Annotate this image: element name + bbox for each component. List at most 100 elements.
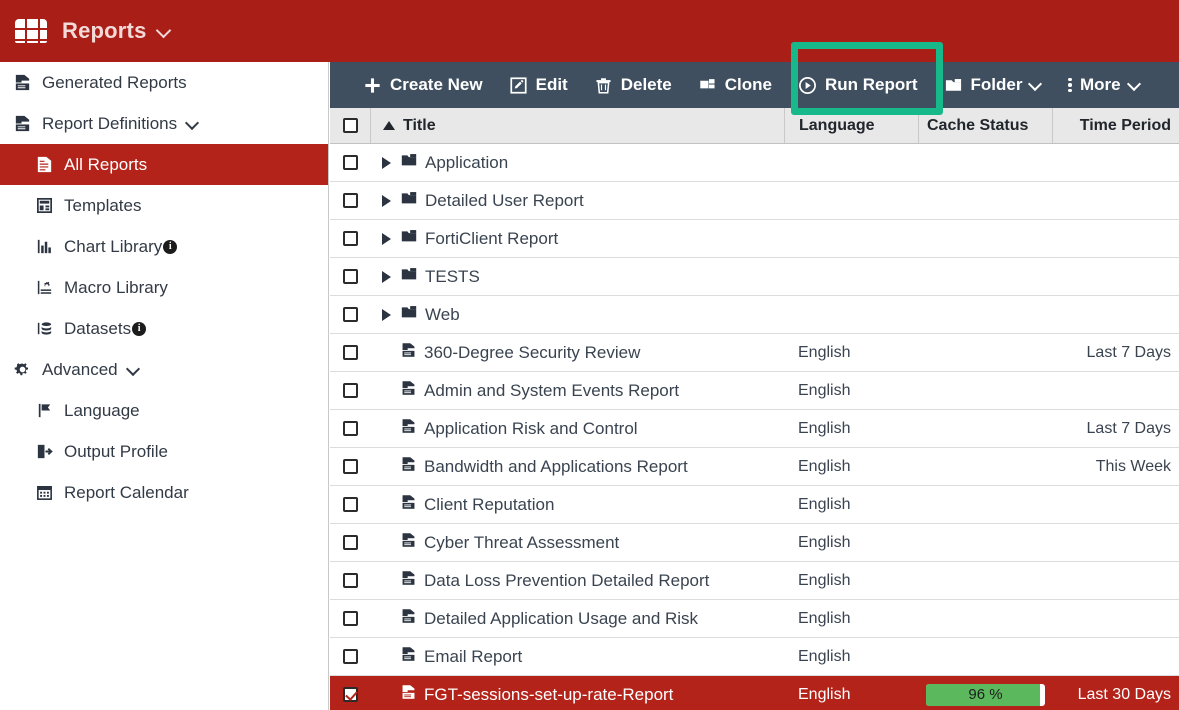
- sidebar-item-datasets[interactable]: Datasets i: [0, 308, 328, 349]
- expand-triangle-icon[interactable]: [382, 270, 391, 283]
- row-time-period: [1052, 144, 1179, 181]
- row-checkbox[interactable]: [330, 497, 370, 512]
- row-language: [784, 144, 918, 181]
- info-icon[interactable]: i: [132, 321, 147, 336]
- table-row[interactable]: Data Loss Prevention Detailed Report Engl…: [330, 562, 1179, 600]
- checkbox-icon: [342, 231, 358, 246]
- row-checkbox[interactable]: [330, 193, 370, 208]
- row-cache-status: [918, 144, 1052, 181]
- row-time-period: Last 7 Days: [1086, 343, 1171, 361]
- macro-library-icon: [30, 278, 58, 297]
- row-checkbox[interactable]: [330, 269, 370, 284]
- create-new-button[interactable]: Create New: [350, 62, 496, 108]
- table-row[interactable]: Cyber Threat Assessment English: [330, 524, 1179, 562]
- row-time-period: [1052, 562, 1179, 599]
- table-row[interactable]: TESTS: [330, 258, 1179, 296]
- table-row[interactable]: Bandwidth and Applications Report English…: [330, 448, 1179, 486]
- sidebar-item-language[interactable]: Language: [0, 390, 328, 431]
- row-cache-status: [918, 334, 1052, 371]
- sidebar-item-templates[interactable]: Templates: [0, 185, 328, 226]
- table-row[interactable]: Web: [330, 296, 1179, 334]
- sidebar-item-label: Report Calendar: [64, 482, 189, 502]
- row-language: English: [798, 647, 851, 665]
- table-row[interactable]: Client Reputation English: [330, 486, 1179, 524]
- row-checkbox[interactable]: [330, 155, 370, 170]
- table-row[interactable]: FGT-sessions-set-up-rate-Report English 96…: [330, 676, 1179, 710]
- flag-icon: [30, 401, 58, 420]
- calendar-icon: [30, 483, 58, 502]
- row-time-period: [1052, 220, 1179, 257]
- row-title-cell: Client Reputation: [370, 486, 784, 523]
- sidebar-item-output-profile[interactable]: Output Profile: [0, 431, 328, 472]
- clone-button[interactable]: Clone: [685, 62, 785, 108]
- table-row[interactable]: Application: [330, 144, 1179, 182]
- more-button[interactable]: More: [1055, 62, 1153, 108]
- row-title-cell: FortiClient Report: [370, 220, 784, 257]
- row-time-period: [1052, 296, 1179, 333]
- sort-ascending-icon: [383, 121, 395, 130]
- row-checkbox[interactable]: [330, 383, 370, 398]
- row-checkbox[interactable]: [330, 421, 370, 436]
- edit-button[interactable]: Edit: [496, 62, 581, 108]
- row-title-cell: Email Report: [370, 638, 784, 675]
- table-row[interactable]: Detailed Application Usage and Risk Engli…: [330, 600, 1179, 638]
- vertical-dots-icon: [1068, 77, 1072, 93]
- table-row[interactable]: Application Risk and Control English Last …: [330, 410, 1179, 448]
- report-icon: [400, 493, 417, 516]
- row-checkbox[interactable]: [330, 307, 370, 322]
- sidebar-item-report-definitions[interactable]: Report Definitions: [0, 103, 328, 144]
- run-report-button[interactable]: Run Report: [785, 62, 931, 108]
- sidebar-item-label: All Reports: [64, 154, 148, 174]
- folder-button[interactable]: Folder: [931, 62, 1056, 108]
- row-checkbox[interactable]: [330, 535, 370, 550]
- column-label: Title: [403, 116, 436, 134]
- header-title-menu[interactable]: Reports: [62, 18, 170, 44]
- report-icon: [400, 379, 417, 402]
- sidebar-item-report-calendar[interactable]: Report Calendar: [0, 472, 328, 513]
- column-header-cache-status[interactable]: Cache Status: [918, 108, 1052, 143]
- row-title: Cyber Threat Assessment: [424, 532, 620, 552]
- row-checkbox[interactable]: [330, 459, 370, 474]
- row-language: English: [798, 495, 851, 513]
- table-row[interactable]: Email Report English: [330, 638, 1179, 676]
- checkbox-icon: [342, 345, 358, 360]
- sidebar-item-macro-library[interactable]: Macro Library: [0, 267, 328, 308]
- table-row[interactable]: FortiClient Report: [330, 220, 1179, 258]
- all-reports-icon: [30, 155, 58, 174]
- delete-button[interactable]: Delete: [581, 62, 685, 108]
- expand-triangle-icon[interactable]: [382, 156, 391, 169]
- row-checkbox[interactable]: [330, 573, 370, 588]
- row-title: Client Reputation: [424, 494, 555, 514]
- row-checkbox[interactable]: [330, 345, 370, 360]
- select-all-checkbox[interactable]: [330, 118, 370, 133]
- app-logo[interactable]: [0, 17, 62, 45]
- row-language: English: [798, 343, 851, 361]
- checkbox-icon: [342, 421, 358, 436]
- table-row[interactable]: 360-Degree Security Review English Last 7 …: [330, 334, 1179, 372]
- column-header-language[interactable]: Language: [784, 108, 918, 143]
- row-time-period: [1052, 600, 1179, 637]
- row-language: English: [798, 419, 851, 437]
- table-row[interactable]: Admin and System Events Report English: [330, 372, 1179, 410]
- row-title: Email Report: [424, 646, 523, 666]
- sidebar-item-chart-library[interactable]: Chart Library i: [0, 226, 328, 267]
- row-title-cell: Application Risk and Control: [370, 410, 784, 447]
- expand-triangle-icon[interactable]: [382, 308, 391, 321]
- button-label: Edit: [535, 75, 568, 94]
- column-header-time-period[interactable]: Time Period: [1052, 108, 1179, 143]
- sidebar-item-all-reports[interactable]: All Reports: [0, 144, 328, 185]
- row-checkbox[interactable]: [330, 611, 370, 626]
- row-checkbox[interactable]: [330, 687, 370, 702]
- sidebar-item-generated-reports[interactable]: Generated Reports: [0, 62, 328, 103]
- row-checkbox[interactable]: [330, 649, 370, 664]
- row-checkbox[interactable]: [330, 231, 370, 246]
- folder-icon: [400, 189, 418, 212]
- sidebar-item-advanced[interactable]: Advanced: [0, 349, 328, 390]
- plus-icon: [363, 76, 382, 95]
- report-icon: [400, 341, 417, 364]
- expand-triangle-icon[interactable]: [382, 194, 391, 207]
- column-header-title[interactable]: Title: [370, 108, 784, 143]
- table-row[interactable]: Detailed User Report: [330, 182, 1179, 220]
- info-icon[interactable]: i: [163, 239, 178, 254]
- expand-triangle-icon[interactable]: [382, 232, 391, 245]
